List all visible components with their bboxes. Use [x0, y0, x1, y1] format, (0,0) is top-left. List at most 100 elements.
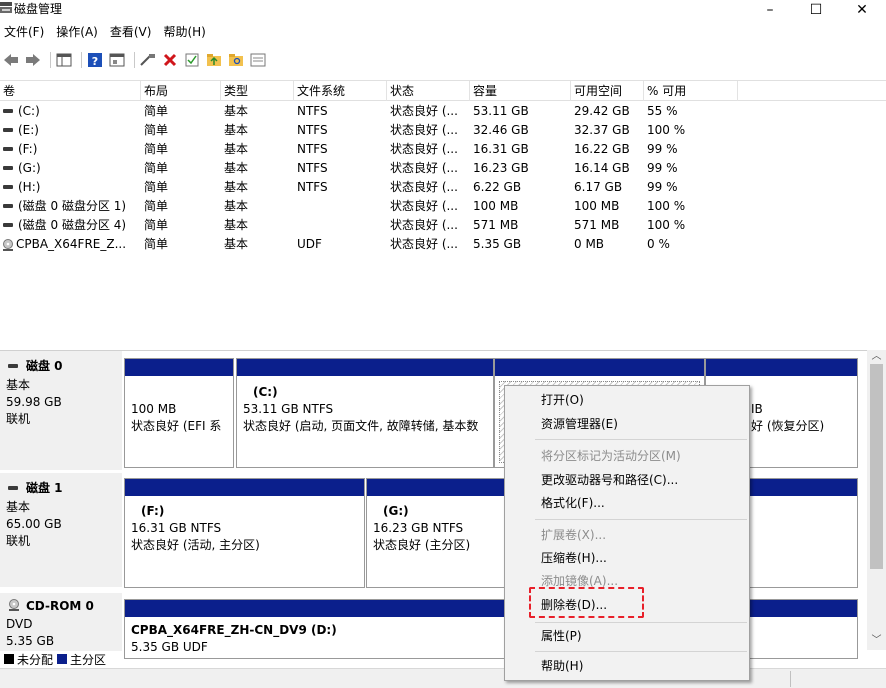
column-header-capacity[interactable]: 容量	[470, 81, 571, 101]
scroll-down-icon[interactable]: ﹀	[867, 634, 886, 648]
column-header-type[interactable]: 类型	[221, 81, 294, 101]
partition-efi[interactable]: 100 MB 状态良好 (EFI 系	[124, 358, 234, 468]
check-icon[interactable]	[183, 51, 201, 69]
disk-kind: 基本	[6, 378, 31, 392]
delete-icon[interactable]	[161, 51, 179, 69]
toolbar: ?	[0, 44, 886, 76]
ctx-open[interactable]: 打开(O)	[505, 389, 749, 411]
forward-arrow-icon[interactable]	[24, 51, 42, 69]
disk-name: CD-ROM 0	[26, 599, 94, 613]
close-button[interactable]: ✕	[842, 0, 882, 20]
volume-row[interactable]: (F:) 简单 基本 NTFS 状态良好 (... 16.31 GB 16.22 GB 99 …	[0, 140, 886, 159]
disk-0-label[interactable]: 磁盘 0 基本 59.98 GB 联机	[0, 351, 122, 470]
column-header-free-space[interactable]: 可用空间	[571, 81, 644, 101]
volume-layout: 简单	[144, 237, 169, 251]
partition-label: (F:)	[141, 504, 165, 518]
disk-kind: 基本	[6, 500, 31, 514]
volume-filesystem: NTFS	[297, 142, 328, 156]
column-header-filesystem[interactable]: 文件系统	[294, 81, 387, 101]
menu-separator	[535, 622, 747, 623]
back-arrow-icon[interactable]	[2, 51, 20, 69]
volume-type: 基本	[224, 199, 249, 213]
partition-status: 状态良好 (主分区)	[373, 538, 471, 552]
console-icon[interactable]	[249, 51, 267, 69]
list-view-icon[interactable]	[55, 51, 73, 69]
disk-1-label[interactable]: 磁盘 1 基本 65.00 GB 联机	[0, 473, 122, 587]
disk-kind: DVD	[6, 617, 33, 631]
ctx-format[interactable]: 格式化(F)...	[505, 492, 749, 514]
volume-name-text: (F:)	[18, 142, 38, 156]
legend-unallocated: 未分配	[17, 652, 54, 667]
connect-icon[interactable]	[139, 51, 157, 69]
disk-state: 联机	[6, 534, 31, 548]
cdrom-0-label[interactable]: CD-ROM 0 DVD 5.35 GB	[0, 593, 122, 651]
volume-percent-free: 100 %	[647, 123, 686, 137]
volume-row[interactable]: (H:) 简单 基本 NTFS 状态良好 (... 6.22 GB 6.17 GB 99 %	[0, 178, 886, 197]
volume-row[interactable]: (G:) 简单 基本 NTFS 状态良好 (... 16.23 GB 16.14 GB 99 …	[0, 159, 886, 178]
menu-view[interactable]: 查看(V)	[104, 22, 158, 42]
volume-capacity: 32.46 GB	[473, 123, 529, 137]
ctx-properties[interactable]: 属性(P)	[505, 625, 749, 647]
volume-free-space: 0 MB	[574, 237, 605, 251]
volume-filesystem: UDF	[297, 237, 322, 251]
volume-percent-free: 99 %	[647, 161, 678, 175]
cdrom-icon	[9, 599, 19, 611]
volume-name-text: (G:)	[18, 161, 41, 175]
help-icon[interactable]: ?	[86, 51, 104, 69]
volume-layout: 简单	[144, 180, 169, 194]
column-header-status[interactable]: 状态	[387, 81, 470, 101]
cdrom-icon	[2, 238, 14, 251]
maximize-button[interactable]: ☐	[796, 0, 836, 20]
ctx-help[interactable]: 帮助(H)	[505, 655, 749, 677]
ctx-change-drive-letter[interactable]: 更改驱动器号和路径(C)...	[505, 469, 749, 491]
partition-c[interactable]: (C:) 53.11 GB NTFS 状态良好 (启动, 页面文件, 故障转储,…	[236, 358, 494, 468]
partition-f[interactable]: (F:) 16.31 GB NTFS 状态良好 (活动, 主分区)	[124, 478, 365, 588]
scroll-up-icon[interactable]: ︿	[867, 350, 886, 364]
volume-layout: 简单	[144, 161, 169, 175]
volume-free-space: 29.42 GB	[574, 104, 630, 118]
volume-row[interactable]: (磁盘 0 磁盘分区 1) 简单 基本 状态良好 (... 100 MB 100 MB 10…	[0, 197, 886, 216]
disk-size: 65.00 GB	[6, 517, 62, 531]
menu-file[interactable]: 文件(F)	[0, 22, 50, 42]
volume-percent-free: 100 %	[647, 199, 686, 213]
volume-layout: 简单	[144, 123, 169, 137]
ctx-mark-active[interactable]: 将分区标记为活动分区(M)	[505, 445, 749, 467]
disk-pane-scrollbar[interactable]: ︿ ﹀	[867, 350, 886, 650]
folder-up-icon[interactable]	[205, 51, 223, 69]
partition-size: 16.31 GB NTFS	[131, 521, 222, 535]
title-bar: 磁盘管理 – ☐ ✕	[0, 0, 886, 20]
volume-row[interactable]: (E:) 简单 基本 NTFS 状态良好 (... 32.46 GB 32.37 GB 100…	[0, 121, 886, 140]
volume-status: 状态良好 (...	[390, 161, 458, 175]
partition-size: 100 MB	[131, 402, 177, 416]
volume-row[interactable]: (C:) 简单 基本 NTFS 状态良好 (... 53.11 GB 29.42 GB 55 …	[0, 102, 886, 121]
disk-layout-pane: 磁盘 0 基本 59.98 GB 联机 100 MB 状态良好 (EFI 系 (…	[0, 350, 886, 659]
volume-status: 状态良好 (...	[390, 180, 458, 194]
volume-list: 卷 布局 类型 文件系统 状态 容量 可用空间 % 可用 (C:) 简单 基本 NTF…	[0, 80, 886, 348]
volume-row[interactable]: CPBA_X64FRE_Z... 简单 基本 UDF 状态良好 (... 5.35 GB 0…	[0, 235, 886, 254]
volume-name: CPBA_X64FRE_Z...	[0, 235, 141, 254]
ctx-extend-volume[interactable]: 扩展卷(X)...	[505, 524, 749, 546]
properties-icon[interactable]	[108, 51, 126, 69]
column-header-layout[interactable]: 布局	[141, 81, 221, 101]
svg-text:?: ?	[92, 55, 98, 68]
minimize-button[interactable]: –	[750, 0, 790, 20]
status-bar	[0, 668, 886, 688]
column-header-volume[interactable]: 卷	[0, 81, 141, 101]
volume-status: 状态良好 (...	[390, 218, 458, 232]
volume-capacity: 5.35 GB	[473, 237, 522, 251]
folder-search-icon[interactable]	[227, 51, 245, 69]
volume-name: (磁盘 0 磁盘分区 4)	[0, 216, 141, 235]
scrollbar-thumb[interactable]	[870, 364, 883, 569]
volume-capacity: 6.22 GB	[473, 180, 522, 194]
primary-swatch	[57, 654, 68, 664]
ctx-shrink-volume[interactable]: 压缩卷(H)...	[505, 547, 749, 569]
partition-label: CPBA_X64FRE_ZH-CN_DV9 (D:)	[131, 623, 337, 637]
volume-free-space: 16.14 GB	[574, 161, 630, 175]
ctx-explorer[interactable]: 资源管理器(E)	[505, 413, 749, 435]
menu-action[interactable]: 操作(A)	[50, 22, 104, 42]
volume-percent-free: 99 %	[647, 142, 678, 156]
column-header-percent-free[interactable]: % 可用	[644, 81, 738, 101]
menu-help[interactable]: 帮助(H)	[157, 22, 211, 42]
volume-row[interactable]: (磁盘 0 磁盘分区 4) 简单 基本 状态良好 (... 571 MB 571 MB 10…	[0, 216, 886, 235]
disk-name: 磁盘 0	[26, 359, 63, 373]
